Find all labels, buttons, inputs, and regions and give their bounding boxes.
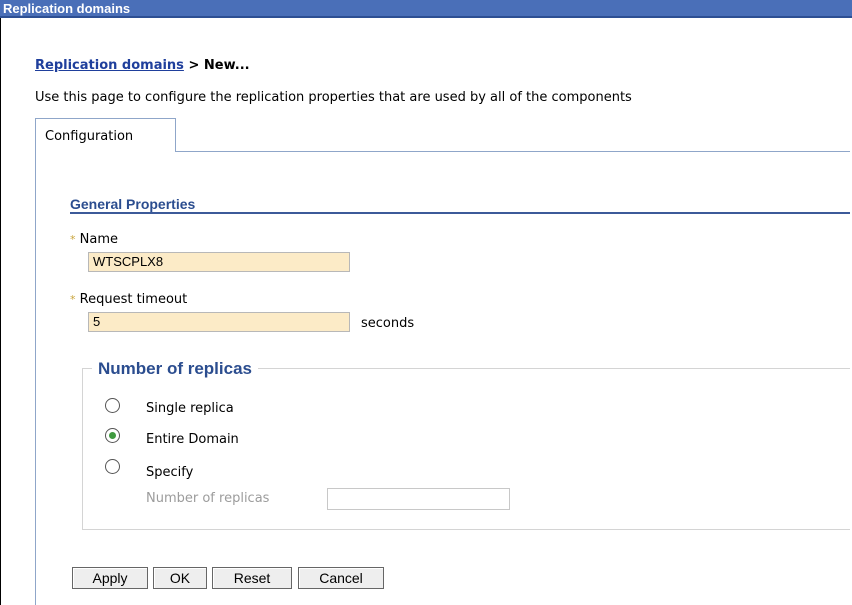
request-timeout-label: Request timeout bbox=[79, 292, 188, 307]
breadcrumb-current: New... bbox=[203, 58, 250, 73]
replicas-legend: Number of replicas bbox=[92, 359, 258, 379]
replica-count-input[interactable] bbox=[327, 488, 510, 510]
name-input[interactable]: WTSCPLX8 bbox=[88, 252, 350, 272]
window-title: Replication domains bbox=[3, 1, 131, 16]
entire-domain-label: Entire Domain bbox=[146, 432, 239, 447]
ok-button[interactable]: OK bbox=[153, 567, 207, 589]
tab-configuration-label: Configuration bbox=[45, 129, 134, 144]
reset-button[interactable]: Reset bbox=[212, 567, 292, 589]
entire-domain-radio[interactable] bbox=[105, 428, 120, 443]
required-icon: * bbox=[70, 233, 76, 246]
required-icon: * bbox=[70, 293, 76, 306]
section-divider bbox=[70, 212, 850, 214]
window-title-bar: Replication domains bbox=[0, 0, 852, 18]
name-label-row: * Name bbox=[70, 232, 118, 247]
request-timeout-input[interactable]: 5 bbox=[88, 312, 350, 332]
tab-configuration[interactable]: Configuration bbox=[35, 118, 176, 152]
page-description: Use this page to configure the replicati… bbox=[35, 90, 632, 105]
replica-count-label: Number of replicas bbox=[146, 491, 270, 506]
single-replica-label: Single replica bbox=[146, 401, 234, 416]
name-label: Name bbox=[79, 232, 118, 247]
breadcrumb: Replication domains > New... bbox=[35, 58, 250, 73]
apply-button[interactable]: Apply bbox=[72, 567, 148, 589]
breadcrumb-link-replication-domains[interactable]: Replication domains bbox=[35, 58, 184, 73]
specify-label: Specify bbox=[146, 465, 194, 480]
single-replica-radio[interactable] bbox=[105, 398, 120, 413]
cancel-button[interactable]: Cancel bbox=[298, 567, 384, 589]
timeout-unit-label: seconds bbox=[361, 316, 415, 331]
timeout-label-row: * Request timeout bbox=[70, 292, 187, 307]
specify-radio[interactable] bbox=[105, 459, 120, 474]
breadcrumb-separator: > bbox=[183, 58, 204, 73]
general-properties-heading: General Properties bbox=[70, 196, 196, 212]
